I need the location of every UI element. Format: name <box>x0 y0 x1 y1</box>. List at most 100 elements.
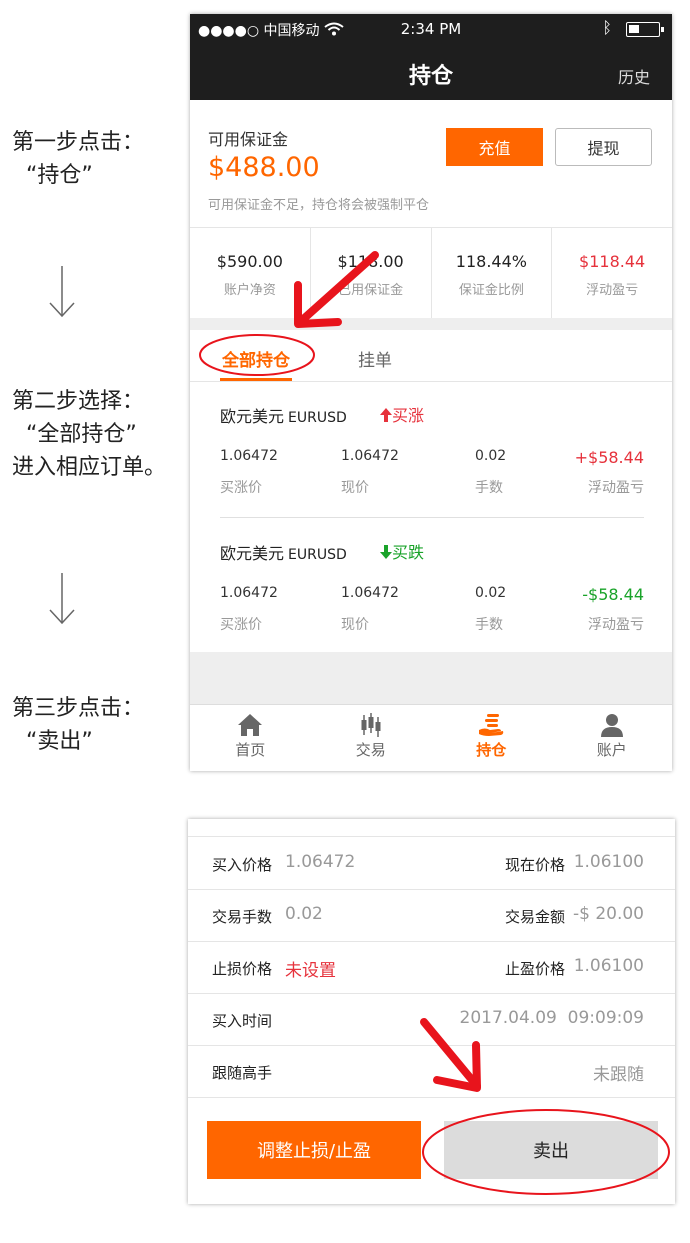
buy-price-label: 买涨价 <box>220 480 262 496</box>
stat-floating-pnl: $118.44 浮动盈亏 <box>552 228 672 318</box>
pnl-value: +$58.44 <box>574 448 644 467</box>
tab-home[interactable]: 首页 <box>190 705 311 771</box>
arrow-down-icon <box>380 545 392 559</box>
candlestick-icon <box>361 713 381 737</box>
pnl-value: -$58.44 <box>582 585 644 604</box>
tab-trade[interactable]: 交易 <box>311 705 432 771</box>
position-symbol: EURUSD <box>288 547 347 563</box>
available-margin-label: 可用保证金 <box>208 130 289 149</box>
stat-value: $118.00 <box>337 252 404 271</box>
step2-instruction: 第二步选择： “全部持仓” 进入相应订单。 <box>12 385 166 484</box>
buy-price-value: 1.06472 <box>220 448 278 464</box>
stat-label: 保证金比例 <box>458 283 524 298</box>
lots-key: 交易手数 <box>212 908 273 926</box>
position-name: 欧元美元 EURUSD <box>220 407 347 426</box>
stat-value: $118.44 <box>579 252 646 271</box>
follow-value: 未跟随 <box>593 1065 644 1085</box>
lots-value: 0.02 <box>475 448 507 464</box>
sell-button[interactable]: 卖出 <box>444 1121 658 1179</box>
position-item[interactable]: 欧元美元 EURUSD 买涨 1.06472 买涨价 1.06472 现价 0.0… <box>190 382 672 518</box>
lots-label: 手数 <box>475 617 503 633</box>
step1-title: 第一步点击： <box>12 130 145 155</box>
step1-target: “持仓” <box>26 163 93 188</box>
tab-label: 持仓 <box>476 741 507 759</box>
clock-label: 2:34 PM <box>400 20 462 38</box>
recharge-button[interactable]: 充值 <box>446 128 543 166</box>
buy-price-key: 买入价格 <box>212 856 273 874</box>
step1-instruction: 第一步点击： “持仓” <box>12 126 144 192</box>
step3-target: “卖出” <box>26 729 93 754</box>
tab-label: 交易 <box>355 741 386 759</box>
order-detail-screen: 买入价格 1.06472 现在价格 1.06100 交易手数 0.02 交易金额… <box>188 819 675 1204</box>
position-symbol: EURUSD <box>288 410 347 426</box>
step2-target: “全部持仓” <box>26 422 137 447</box>
margin-warning-note: 可用保证金不足，持仓将会被强制平仓 <box>208 198 430 213</box>
battery-icon <box>626 22 664 37</box>
detail-row-time: 买入时间 2017.04.09 09:09:09 <box>188 994 675 1046</box>
home-icon <box>238 714 263 736</box>
current-price-value: 1.06472 <box>341 585 399 601</box>
current-price-key: 现在价格 <box>505 856 566 874</box>
position-name: 欧元美元 EURUSD <box>220 544 347 563</box>
lots-label: 手数 <box>475 480 503 496</box>
divider <box>220 517 644 518</box>
stat-value: 118.44% <box>455 252 527 271</box>
adjust-sl-tp-button[interactable]: 调整止损/止盈 <box>207 1121 421 1179</box>
positions-list: 欧元美元 EURUSD 买涨 1.06472 买涨价 1.06472 现价 0.0… <box>190 382 672 652</box>
bottom-tab-bar: 首页 交易 持仓 账户 <box>190 704 672 771</box>
stat-used-margin: $118.00 已用保证金 <box>311 228 432 318</box>
page-title: 持仓 <box>408 64 453 89</box>
lots-value: 0.02 <box>475 585 507 601</box>
take-profit-value: 1.06100 <box>573 956 644 976</box>
tab-positions[interactable]: 持仓 <box>431 705 552 771</box>
available-margin-amount: $488.00 <box>208 152 320 183</box>
follow-key: 跟随高手 <box>212 1064 273 1082</box>
position-item[interactable]: 欧元美元 EURUSD 买跌 1.06472 买涨价 1.06472 现价 0.0… <box>190 519 672 654</box>
step2-note: 进入相应订单。 <box>12 455 167 480</box>
stop-loss-value: 未设置 <box>285 961 336 981</box>
stat-value: $590.00 <box>216 252 283 271</box>
tab-label: 首页 <box>235 741 266 759</box>
current-price-label: 现价 <box>341 617 369 633</box>
amount-value: -$ 20.00 <box>572 904 644 924</box>
down-arrow-icon <box>49 266 75 318</box>
withdraw-button[interactable]: 提现 <box>555 128 652 166</box>
take-profit-key: 止盈价格 <box>505 960 566 978</box>
current-price-value: 1.06472 <box>341 448 399 464</box>
history-link[interactable]: 历史 <box>618 64 650 88</box>
tab-all-positions[interactable]: 全部持仓 <box>222 346 290 371</box>
buy-price-label: 买涨价 <box>220 617 262 633</box>
current-price-value: 1.06100 <box>573 852 644 872</box>
stat-net-assets: $590.00 账户净资 <box>190 228 311 318</box>
buy-price-value: 1.06472 <box>285 852 356 872</box>
buy-price-value: 1.06472 <box>220 585 278 601</box>
detail-row-prices: 买入价格 1.06472 现在价格 1.06100 <box>188 838 675 890</box>
tab-label: 账户 <box>596 741 627 759</box>
stat-margin-ratio: 118.44% 保证金比例 <box>432 228 553 318</box>
step3-title: 第三步点击： <box>12 696 145 721</box>
direction-badge: 买跌 <box>380 539 424 563</box>
available-margin-card: 可用保证金 $488.00 可用保证金不足，持仓将会被强制平仓 充值 提现 <box>190 100 672 228</box>
stop-loss-key: 止损价格 <box>212 960 273 978</box>
stat-label: 浮动盈亏 <box>586 283 639 298</box>
tab-pending-orders[interactable]: 挂单 <box>358 346 392 371</box>
stat-label: 已用保证金 <box>338 283 404 298</box>
positions-screen: ●●●●○ 中国移动 2:34 PM ᛒ 持仓 历史 可用保证金 $488.00… <box>190 14 672 771</box>
tab-account[interactable]: 账户 <box>552 705 673 771</box>
lots-value: 0.02 <box>285 904 323 924</box>
detail-row-volume: 交易手数 0.02 交易金额 -$ 20.00 <box>188 890 675 942</box>
position-tabs: 全部持仓 挂单 <box>190 330 672 382</box>
stat-label: 账户净资 <box>223 283 276 298</box>
detail-row-sl-tp[interactable]: 止损价格 未设置 止盈价格 1.06100 <box>188 942 675 994</box>
bluetooth-icon: ᛒ <box>602 18 612 37</box>
arrow-up-icon <box>380 408 392 422</box>
step3-instruction: 第三步点击： “卖出” <box>12 692 144 758</box>
nav-bar: 持仓 历史 <box>190 44 672 100</box>
user-icon <box>600 714 623 737</box>
status-bar: ●●●●○ 中国移动 2:34 PM ᛒ <box>190 14 672 44</box>
detail-row-follow[interactable]: 跟随高手 未跟随 <box>188 1046 675 1098</box>
current-price-label: 现价 <box>341 480 369 496</box>
coins-hand-icon <box>479 714 504 736</box>
step2-title: 第二步选择： <box>12 389 145 414</box>
amount-key: 交易金额 <box>505 908 566 926</box>
